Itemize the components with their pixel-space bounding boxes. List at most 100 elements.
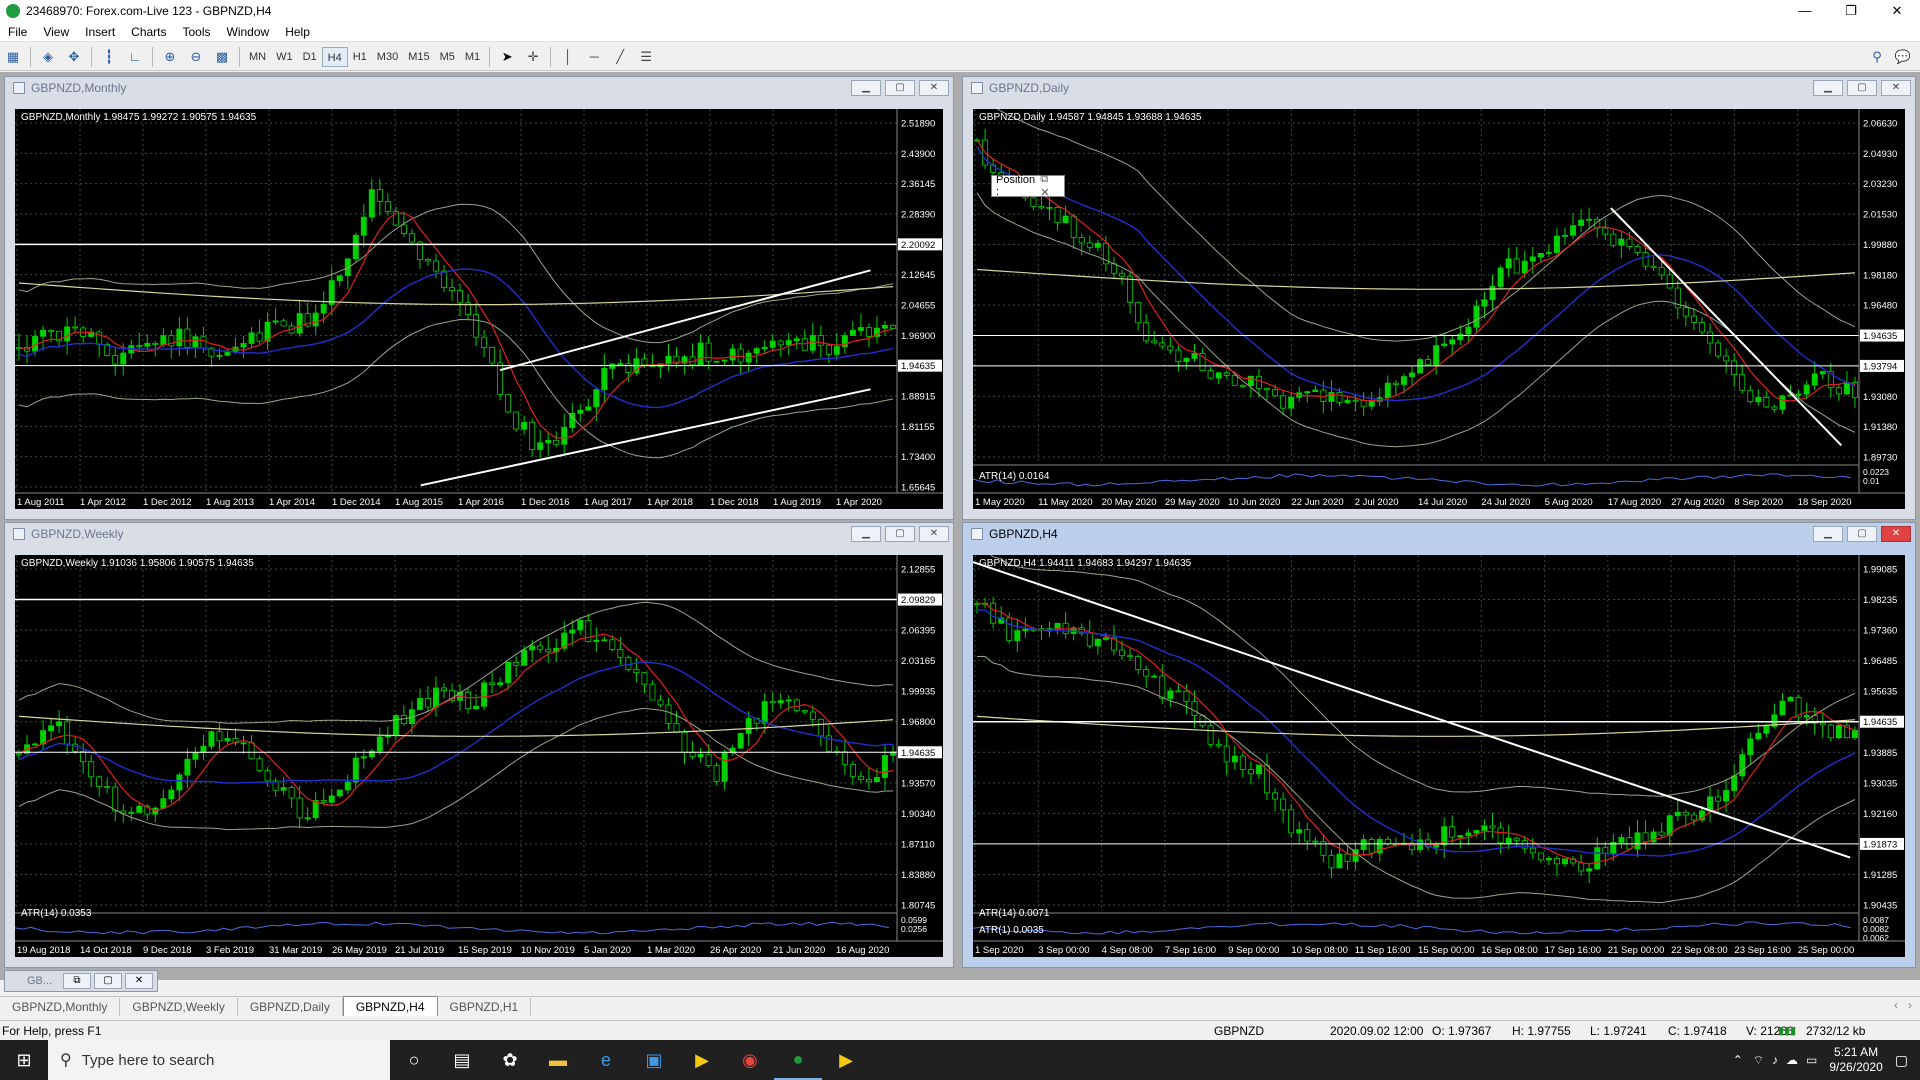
taskbar-search-box[interactable]: ⚲ Type here to search xyxy=(48,1040,390,1080)
h4-chart-svg[interactable]: 1.99085 1.98235 1.97360 1.96485 1.95635 1.946… xyxy=(973,555,1905,957)
app-icon[interactable]: ✿ xyxy=(486,1040,534,1080)
new-chart-icon[interactable]: ▦ xyxy=(2,46,24,68)
timeframe-mn[interactable]: MN xyxy=(244,47,271,67)
file-explorer-icon[interactable]: ▬ xyxy=(534,1040,582,1080)
edge-browser-icon[interactable]: e xyxy=(582,1040,630,1080)
menu-view[interactable]: View xyxy=(35,25,77,39)
chart-maximize-button[interactable]: ▢ xyxy=(885,526,915,542)
chart-window-icon xyxy=(13,82,25,94)
crosshair-icon[interactable]: ✛ xyxy=(522,46,544,68)
menu-charts[interactable]: Charts xyxy=(123,25,174,39)
onedrive-icon[interactable]: ☁ xyxy=(1786,1053,1798,1067)
weekly-chart-svg[interactable]: 2.12855 2.09829 2.06395 2.03165 1.99935 1.968… xyxy=(15,555,943,957)
cortana-icon[interactable]: ○ xyxy=(390,1040,438,1080)
chart-maximize-button[interactable]: ▢ xyxy=(885,80,915,96)
keyboard-icon[interactable]: ▭ xyxy=(1806,1053,1817,1067)
line-chart-icon[interactable]: ∟ xyxy=(124,46,146,68)
chart-window-h4[interactable]: GBPNZD,H4 ▁ ▢ ✕ 1.99085 1.98235 1.97360 1.9… xyxy=(962,522,1916,968)
app-icon[interactable]: ▶ xyxy=(822,1040,870,1080)
timeframe-d1[interactable]: D1 xyxy=(298,47,322,67)
close-button[interactable]: ✕ xyxy=(1874,0,1920,22)
notification-icon[interactable]: ▢ xyxy=(1895,1052,1908,1069)
price-axis-label: 1.93570 xyxy=(901,778,935,789)
close-icon[interactable]: ⧉ ✕ xyxy=(1040,173,1060,199)
app-icon[interactable]: ▶ xyxy=(678,1040,726,1080)
timeframe-h4[interactable]: H4 xyxy=(321,46,348,67)
horizontal-line-icon[interactable]: ─ xyxy=(583,46,605,68)
menu-tools[interactable]: Tools xyxy=(175,25,219,39)
trendline-icon[interactable]: ╱ xyxy=(609,46,631,68)
tile-windows-icon[interactable]: ▩ xyxy=(211,46,233,68)
daily-chart-svg[interactable]: 2.06630 2.04930 2.03230 2.01530 1.99880 1.981… xyxy=(973,109,1905,509)
chart-window-titlebar[interactable]: GBPNZD,Weekly ▁ ▢ ✕ xyxy=(5,523,953,545)
chart-window-daily[interactable]: GBPNZD,Daily ▁ ▢ ✕ 2.06630 2.04930 2.03230… xyxy=(962,76,1916,520)
fibonacci-icon[interactable]: ☰ xyxy=(635,46,657,68)
timeframe-m1[interactable]: M1 xyxy=(460,47,485,67)
chat-icon[interactable]: 💬 xyxy=(1892,46,1914,68)
chart-minimize-button[interactable]: ▁ xyxy=(851,526,881,542)
chart-close-button[interactable]: ✕ xyxy=(919,526,949,542)
close-button[interactable]: ✕ xyxy=(125,973,153,989)
chart-close-button[interactable]: ✕ xyxy=(1881,80,1911,96)
forex-app-icon[interactable]: ● xyxy=(774,1040,822,1080)
tabs-scroll-left-icon[interactable]: ‹ xyxy=(1894,998,1898,1012)
vertical-line-icon[interactable]: │ xyxy=(557,46,579,68)
timeframe-m5[interactable]: M5 xyxy=(435,47,460,67)
chart-plot-area[interactable]: 2.51890 2.43900 2.36145 2.28390 2.20092 2.126… xyxy=(15,109,943,509)
tab-h1[interactable]: GBPNZD,H1 xyxy=(438,998,532,1016)
maximize-button[interactable]: ❐ xyxy=(1828,0,1874,22)
chart-plot-area[interactable]: 2.12855 2.09829 2.06395 2.03165 1.99935 1.968… xyxy=(15,555,943,957)
market-watch-icon[interactable]: ◈ xyxy=(37,46,59,68)
tray-chevron-icon[interactable]: ⌃ xyxy=(1733,1053,1743,1067)
minimized-chart-window[interactable]: GB... ⧉ ▢ ✕ xyxy=(4,970,158,992)
tab-h4[interactable]: GBPNZD,H4 xyxy=(342,996,438,1016)
network-icon[interactable]: ⌔ xyxy=(1753,1053,1764,1068)
chart-plot-area[interactable]: 2.06630 2.04930 2.03230 2.01530 1.99880 1.981… xyxy=(973,109,1905,509)
taskbar-clock[interactable]: 5:21 AM 9/26/2020 xyxy=(1829,1045,1882,1075)
timeframe-w1[interactable]: W1 xyxy=(271,47,298,67)
tab-daily[interactable]: GBPNZD,Daily xyxy=(238,998,343,1016)
tab-weekly[interactable]: GBPNZD,Weekly xyxy=(120,998,238,1016)
position-popup[interactable]: Position : ⧉ ✕ xyxy=(991,173,1065,199)
timeframe-m15[interactable]: M15 xyxy=(403,47,434,67)
menu-file[interactable]: File xyxy=(0,25,35,39)
maximize-button[interactable]: ▢ xyxy=(94,973,122,989)
monthly-chart-svg[interactable]: 2.51890 2.43900 2.36145 2.28390 2.20092 2.126… xyxy=(15,109,943,509)
navigator-icon[interactable]: ✥ xyxy=(63,46,85,68)
menu-help[interactable]: Help xyxy=(277,25,318,39)
cursor-icon[interactable]: ➤ xyxy=(496,46,518,68)
minimize-button[interactable]: — xyxy=(1782,0,1828,22)
tab-monthly[interactable]: GBPNZD,Monthly xyxy=(0,998,121,1016)
chart-window-titlebar[interactable]: GBPNZD,Monthly ▁ ▢ ✕ xyxy=(5,77,953,99)
chart-window-monthly[interactable]: GBPNZD,Monthly ▁ ▢ ✕ 2.51890 2.43900 2.361… xyxy=(4,76,954,520)
chart-close-button[interactable]: ✕ xyxy=(1881,526,1911,542)
menu-window[interactable]: Window xyxy=(219,25,278,39)
chart-window-titlebar[interactable]: GBPNZD,H4 ▁ ▢ ✕ xyxy=(963,523,1915,545)
volume-icon[interactable]: ♪ xyxy=(1772,1053,1778,1067)
zoom-in-icon[interactable]: ⊕ xyxy=(159,46,181,68)
chart-minimize-button[interactable]: ▁ xyxy=(1813,526,1843,542)
app-icon[interactable]: ▣ xyxy=(630,1040,678,1080)
candle-body xyxy=(625,363,632,373)
chart-window-titlebar[interactable]: GBPNZD,Daily ▁ ▢ ✕ xyxy=(963,77,1915,99)
zoom-out-icon[interactable]: ⊖ xyxy=(185,46,207,68)
tabs-scroll-right-icon[interactable]: › xyxy=(1908,998,1912,1012)
candle-body xyxy=(432,260,439,272)
menu-insert[interactable]: Insert xyxy=(77,25,123,39)
search-icon[interactable]: ⚲ xyxy=(1866,46,1888,68)
chart-maximize-button[interactable]: ▢ xyxy=(1847,80,1877,96)
windows-start-icon[interactable]: ⊞ xyxy=(0,1040,48,1080)
chart-window-weekly[interactable]: GBPNZD,Weekly ▁ ▢ ✕ 2.12855 2.09829 2.0639… xyxy=(4,522,954,968)
timeframe-h1[interactable]: H1 xyxy=(348,47,372,67)
chart-minimize-button[interactable]: ▁ xyxy=(851,80,881,96)
chart-plot-area[interactable]: 1.99085 1.98235 1.97360 1.96485 1.95635 1.946… xyxy=(973,555,1905,957)
chart-minimize-button[interactable]: ▁ xyxy=(1813,80,1843,96)
app-icon[interactable]: ▤ xyxy=(438,1040,486,1080)
bar-chart-icon[interactable]: ┇ xyxy=(98,46,120,68)
chart-maximize-button[interactable]: ▢ xyxy=(1847,526,1877,542)
status-open: O: 1.97367 xyxy=(1432,1024,1492,1038)
chart-close-button[interactable]: ✕ xyxy=(919,80,949,96)
restore-button[interactable]: ⧉ xyxy=(63,973,91,989)
timeframe-m30[interactable]: M30 xyxy=(372,47,403,67)
chrome-icon[interactable]: ◉ xyxy=(726,1040,774,1080)
